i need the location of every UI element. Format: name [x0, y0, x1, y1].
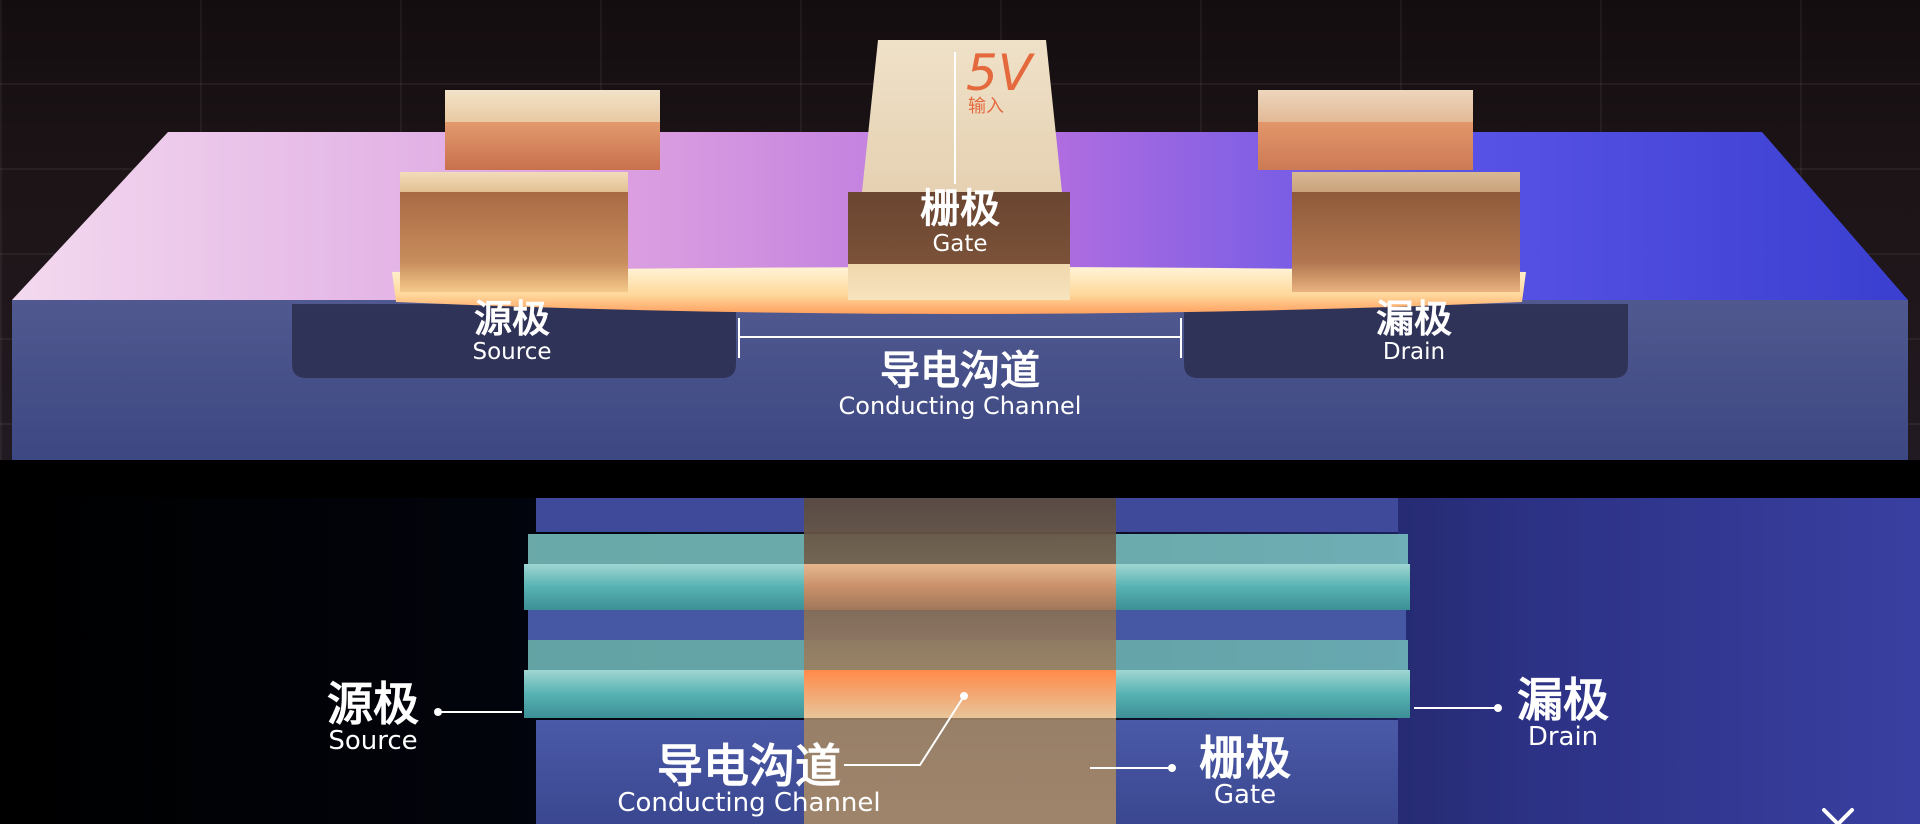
source-leader-dot	[434, 708, 442, 716]
right-dielectric	[1398, 498, 1920, 824]
top-source-label-en: Source	[472, 338, 552, 365]
top-gate-label-en: Gate	[932, 231, 988, 257]
top-channel-label: 导电沟道 Conducting Channel	[800, 350, 1120, 419]
bottom-source-label: 源极 Source	[318, 680, 428, 756]
top-gate-label-cn: 栅极	[920, 186, 1000, 232]
drain-electrode-back	[1258, 90, 1473, 170]
bottom-gate-label-cn: 栅极	[1199, 731, 1291, 785]
bottom-drain-label: 漏极 Drain	[1508, 676, 1618, 752]
channel-leader-dot	[960, 692, 968, 700]
gate-leader-dot	[1168, 764, 1176, 772]
voltage-value: 5V	[966, 44, 1033, 102]
top-drain-label-cn: 漏极	[1375, 297, 1452, 341]
top-transistor-panel: 5V 输入 栅极 Gate 源极 Source 漏极 Drain 导电沟道 Co…	[0, 0, 1920, 460]
top-channel-label-cn: 导电沟道	[880, 348, 1040, 394]
top-source-label: 源极 Source	[452, 297, 572, 365]
channel-dimension-tick-right	[1180, 318, 1182, 358]
source-electrode-front	[400, 172, 628, 292]
close-icon[interactable]	[1818, 806, 1858, 824]
bottom-channel-label-en: Conducting Channel	[617, 788, 881, 819]
top-source-label-cn: 源极	[473, 297, 550, 341]
bottom-channel-label-cn: 导电沟道	[657, 739, 841, 793]
top-drain-label: 漏极 Drain	[1354, 297, 1474, 365]
finfet-stack	[434, 498, 1920, 824]
bottom-channel-label: 导电沟道 Conducting Channel	[584, 742, 914, 818]
bottom-finfet-panel: 源极 Source 漏极 Drain 栅极 Gate 导电沟道 Conducti…	[0, 498, 1920, 824]
bottom-source-label-cn: 源极	[327, 677, 419, 731]
bottom-gate-label-en: Gate	[1213, 780, 1277, 811]
gate-oxide	[848, 264, 1070, 300]
channel-hot-strip	[804, 670, 1116, 718]
source-electrode-back	[445, 90, 660, 170]
channel-dimension-line	[738, 336, 1182, 338]
gate-fin-upper	[804, 564, 1116, 610]
bottom-drain-label-cn: 漏极	[1517, 673, 1609, 727]
drain-leader-dot	[1494, 704, 1502, 712]
channel-dimension-tick-left	[738, 318, 740, 358]
voltage-caption: 输入	[968, 96, 1004, 117]
top-channel-label-en: Conducting Channel	[838, 392, 1082, 420]
panel-divider	[0, 460, 1920, 498]
bottom-drain-label-en: Drain	[1527, 722, 1599, 753]
bottom-source-label-en: Source	[328, 726, 418, 757]
top-drain-label-en: Drain	[1382, 338, 1446, 365]
top-gate-label: 栅极 Gate	[890, 188, 1030, 256]
bottom-gate-label: 栅极 Gate	[1190, 734, 1300, 810]
drain-electrode-front	[1292, 172, 1520, 292]
voltage-indicator-line	[954, 52, 956, 184]
